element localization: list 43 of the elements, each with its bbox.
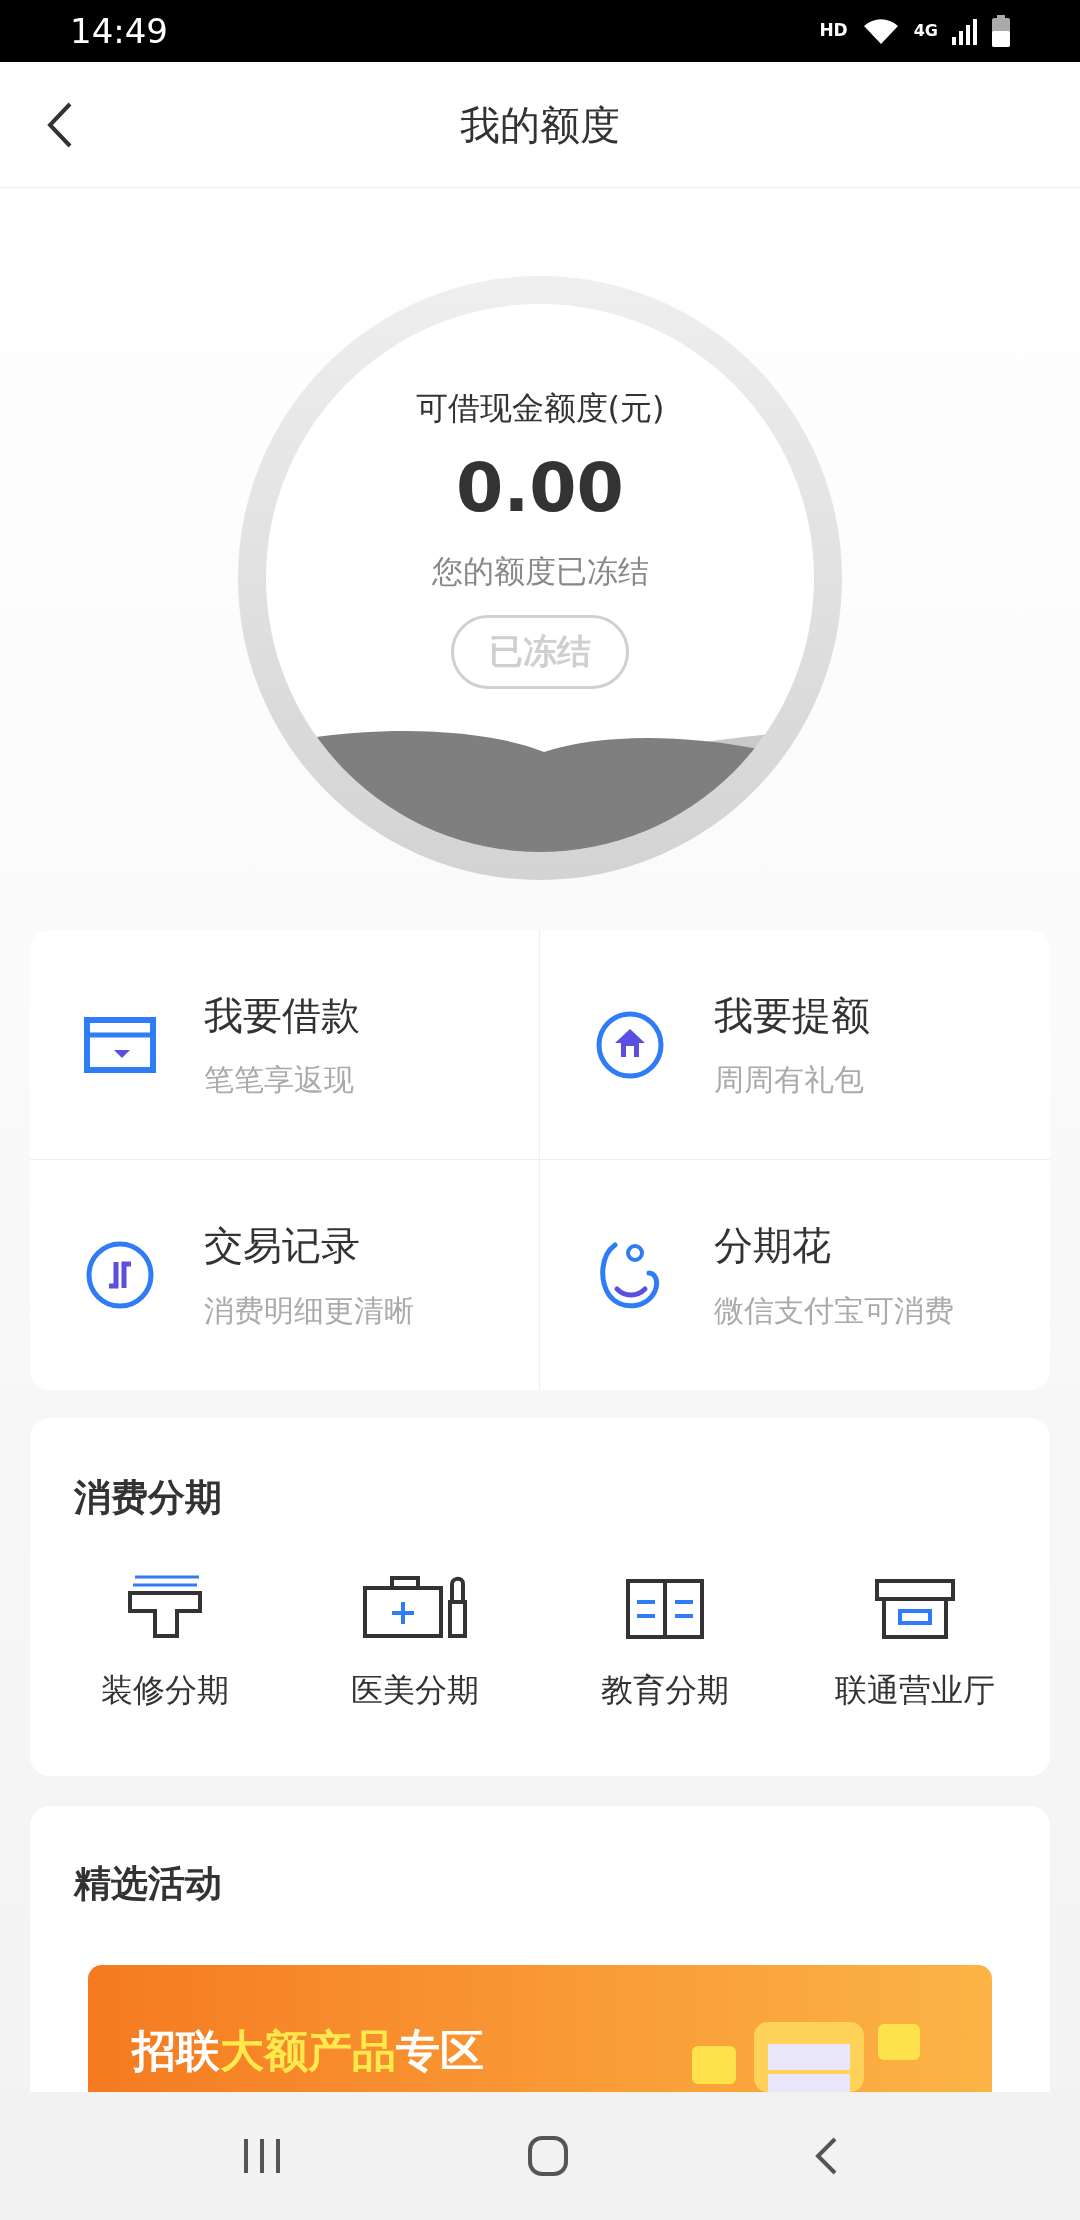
wifi-icon [861, 16, 900, 46]
menu-item[interactable]: 交易记录 消费明细更清晰 [30, 1160, 540, 1390]
menu-title: 我要借款 [204, 991, 360, 1040]
banner-headline: 招联大额产品专区 [132, 2024, 484, 2078]
installment-label: 联通营业厅 [835, 1669, 995, 1711]
menu-title: 我要提额 [714, 991, 870, 1040]
inbox-icon [84, 1016, 156, 1073]
menu-subtitle: 笔笔享返现 [204, 1061, 355, 1100]
book-icon [625, 1577, 705, 1640]
menu-subtitle: 消费明细更清晰 [204, 1291, 414, 1330]
menu-title: 分期花 [714, 1222, 832, 1271]
moon-smile-icon [599, 1239, 661, 1311]
installment-item[interactable]: 医美分期 [290, 1569, 540, 1714]
menu-title: 交易记录 [204, 1222, 361, 1271]
installment-label: 医美分期 [351, 1669, 479, 1711]
installment-label: 教育分期 [601, 1669, 729, 1711]
installment-item[interactable]: 联通营业厅 [790, 1569, 1040, 1714]
page-title: 我的额度 [460, 100, 620, 150]
quota-amount: 0.00 [456, 454, 624, 522]
back-icon[interactable] [813, 2136, 838, 2176]
installment-item[interactable]: 装修分期 [40, 1569, 290, 1714]
box-icon [874, 1577, 956, 1640]
installment-label: 装修分期 [101, 1669, 229, 1711]
menu-subtitle: 微信支付宝可消费 [714, 1291, 954, 1330]
status-time: 14:49 [70, 9, 168, 53]
medkit-lipstick-icon [362, 1573, 468, 1640]
battery-icon [992, 15, 1010, 47]
network-indicator: 4G [913, 20, 938, 42]
section-title: 消费分期 [73, 1475, 223, 1521]
home-icon[interactable] [527, 2135, 569, 2177]
paint-roller-icon [127, 1573, 203, 1640]
signal-icon [952, 17, 978, 45]
recent-apps-icon[interactable] [242, 2137, 283, 2175]
menu-item[interactable]: 分期花 微信支付宝可消费 [540, 1160, 1050, 1390]
menu-item[interactable]: 我要借款 笔笔享返现 [30, 930, 540, 1160]
installment-item[interactable]: 教育分期 [540, 1569, 790, 1714]
transfer-icon [85, 1240, 155, 1310]
hd-indicator: HD [819, 19, 848, 43]
menu-subtitle: 周周有礼包 [714, 1061, 865, 1100]
quota-label: 可借现金额度(元) [415, 388, 665, 429]
section-title: 精选活动 [72, 1860, 223, 1907]
frozen-note: 您的额度已冻结 [431, 552, 649, 591]
menu-item[interactable]: 我要提额 周周有礼包 [540, 930, 1050, 1160]
